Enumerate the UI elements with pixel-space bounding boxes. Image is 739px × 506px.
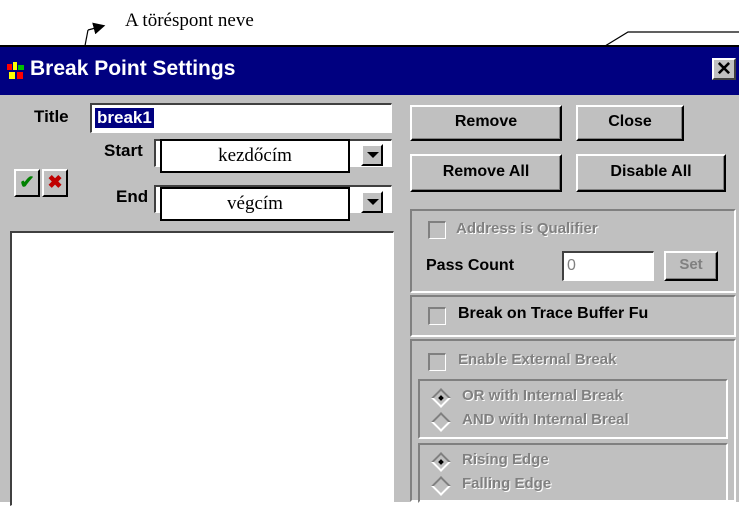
cross-icon[interactable]: ✖ [42,169,68,197]
pass-count-label: Pass Count [426,257,515,274]
title-input-value: break1 [95,108,154,128]
break-on-trace-checkbox[interactable] [428,307,446,325]
title-label: Title [34,107,69,126]
chevron-down-icon[interactable] [361,191,383,213]
remove-all-button-label: Remove All [442,163,530,180]
or-internal-label: OR with Internal Break [462,387,623,404]
start-address-annotation: kezdőcím [160,139,350,173]
title-input[interactable]: break1 [90,103,392,133]
pass-count-value: 0 [567,257,576,274]
trace-buffer-panel: Break on Trace Buffer Fu [410,295,736,337]
enable-external-break-checkbox[interactable] [428,353,446,371]
break-on-trace-label: Break on Trace Buffer Fu [458,305,649,322]
remove-button-label: Remove [454,113,518,130]
end-label: End [116,187,149,206]
disable-all-button[interactable]: Disable All [576,154,726,192]
window-title: Break Point Settings [30,57,236,80]
set-button[interactable]: Set [664,251,718,281]
enable-external-break-label: Enable External Break [458,351,617,368]
qualifier-panel: Address is Qualifier Pass Count 0 Set [410,209,736,293]
title-bar[interactable]: Break Point Settings ✕ [0,47,739,95]
start-label: Start [104,141,143,160]
breakpoint-app-icon [6,61,26,81]
or-internal-radio[interactable] [431,388,451,408]
breakpoint-list[interactable] [10,231,394,506]
pass-count-input[interactable]: 0 [562,251,654,281]
chevron-down-icon[interactable] [361,144,383,166]
and-internal-label: AND with Internal Breal [462,411,629,428]
close-button-label: Close [608,113,652,130]
close-window-icon[interactable]: ✕ [712,58,736,80]
break-point-settings-window: Break Point Settings ✕ Title break1 ✔ ✖ … [0,45,739,506]
and-internal-radio[interactable] [431,412,451,432]
close-button[interactable]: Close [576,105,684,141]
falling-edge-label: Falling Edge [462,475,552,492]
end-address-annotation: végcím [160,187,350,221]
rising-edge-label: Rising Edge [462,451,549,468]
check-icon[interactable]: ✔ [14,169,40,197]
address-is-qualifier-checkbox[interactable] [428,221,446,239]
falling-edge-radio[interactable] [431,476,451,496]
set-button-label: Set [679,256,703,273]
edge-group: Rising Edge Falling Edge [418,443,728,503]
external-break-panel: Enable External Break OR with Internal B… [410,339,736,503]
remove-button[interactable]: Remove [410,105,562,141]
address-is-qualifier-label: Address is Qualifier [456,220,598,237]
internal-combine-group: OR with Internal Break AND with Internal… [418,379,728,439]
remove-all-button[interactable]: Remove All [410,154,562,192]
annotation-breakpoint-name: A töréspont neve [125,10,254,31]
disable-all-button-label: Disable All [610,163,692,180]
rising-edge-radio[interactable] [431,452,451,472]
